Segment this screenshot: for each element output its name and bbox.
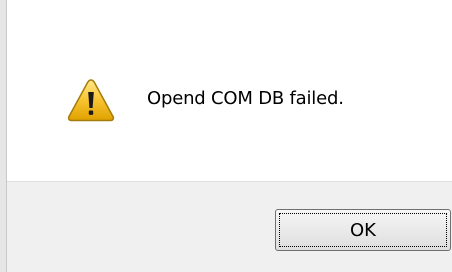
warning-icon	[67, 78, 115, 122]
button-bar: OK	[7, 181, 452, 272]
ok-button[interactable]: OK	[275, 209, 451, 251]
message-dialog: Opend COM DB failed. OK	[0, 0, 452, 272]
dialog-message: Opend COM DB failed.	[147, 88, 344, 109]
window-left-edge	[0, 0, 7, 272]
ok-button-label: OK	[279, 213, 447, 247]
dialog-content: Opend COM DB failed.	[7, 0, 452, 181]
